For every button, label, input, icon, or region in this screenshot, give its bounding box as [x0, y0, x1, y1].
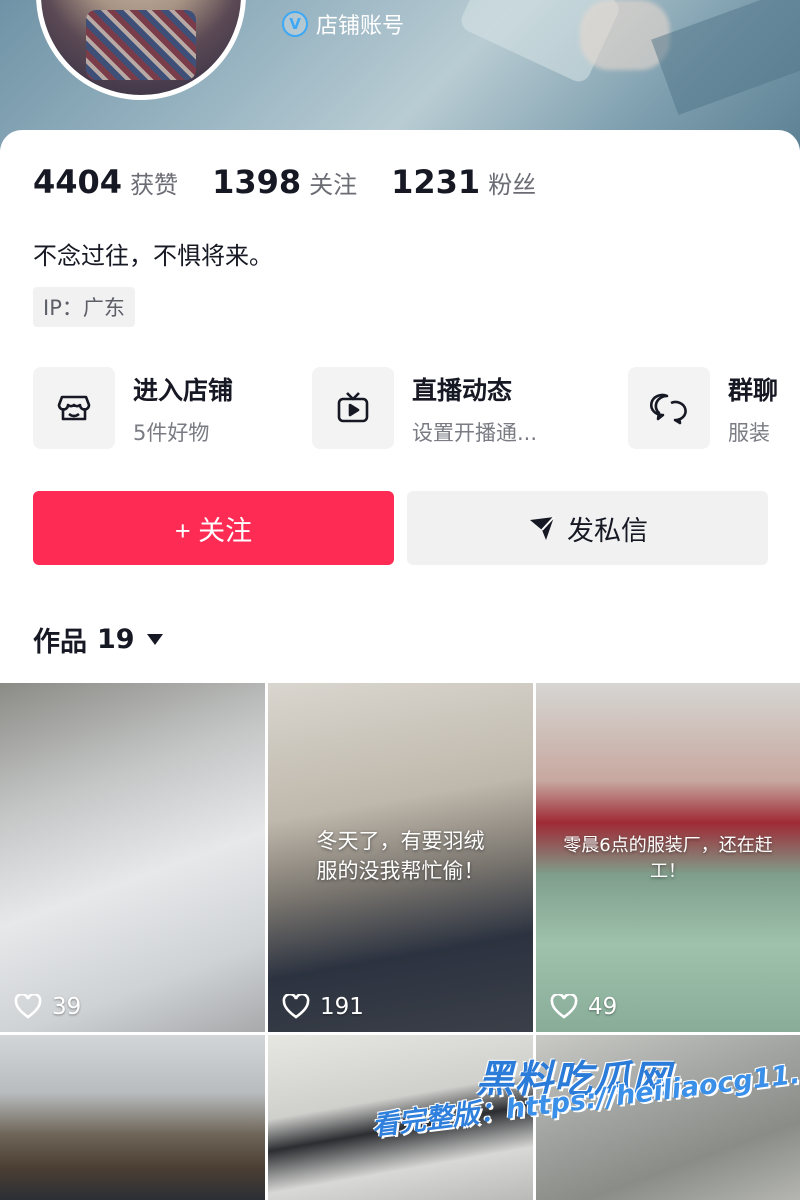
- chat-icon: [628, 367, 710, 449]
- service-subtitle: 设置开播通...: [412, 421, 538, 445]
- service-title: 直播动态: [412, 376, 513, 405]
- stat-following[interactable]: 1398 关注: [212, 163, 357, 201]
- account-type-text: 店铺账号: [316, 14, 405, 39]
- like-count: 49: [550, 994, 617, 1020]
- account-type-label: V 店铺账号: [282, 8, 404, 40]
- profile-banner: V 店铺账号: [0, 0, 800, 150]
- service-subtitle: 服装: [728, 421, 770, 445]
- stat-followers[interactable]: 1231 粉丝: [391, 163, 536, 201]
- shop-icon: [33, 367, 115, 449]
- stat-number: 1398: [212, 163, 302, 201]
- stat-label: 关注: [309, 171, 358, 199]
- like-number: 49: [588, 994, 618, 1020]
- caption-line: 工！: [650, 861, 686, 883]
- like-count: 39: [14, 994, 81, 1020]
- video-thumbnail[interactable]: 零晨6点的服装厂，还在赶 工！ 49: [536, 683, 800, 1032]
- stat-number: 1231: [391, 163, 481, 201]
- stat-label: 获赞: [130, 171, 179, 199]
- caption-line: 冬天了，有要羽绒: [316, 829, 485, 853]
- service-live[interactable]: 直播动态 设置开播通...: [312, 367, 537, 449]
- follow-button[interactable]: + 关注: [33, 491, 394, 565]
- profile-bio: 不念过往，不惧将来。: [33, 242, 273, 270]
- profile-card: 4404 获赞 1398 关注 1231 粉丝 不念过往，不惧将来。 IP：广东…: [0, 130, 800, 690]
- send-icon: [530, 516, 555, 540]
- video-thumbnail[interactable]: [0, 1035, 265, 1200]
- works-label: 作品: [33, 627, 87, 658]
- heart-icon: [14, 994, 42, 1019]
- caption-line: 服的没我帮忙偷！: [316, 859, 485, 884]
- video-thumbnail[interactable]: 冬天了，有要羽绒 服的没我帮忙偷！ 191: [268, 683, 533, 1032]
- video-caption: 零晨6点的服装厂，还在赶 工！: [536, 833, 800, 885]
- like-number: 191: [320, 994, 364, 1020]
- caption-line: 零晨6点的服装厂，还在赶: [563, 835, 773, 856]
- like-number: 39: [52, 994, 82, 1020]
- service-group-chat[interactable]: 群聊 服装: [628, 367, 778, 449]
- service-entries: 进入店铺 5件好物 直播动态 设置开播通... 群聊 服装: [33, 367, 800, 451]
- avatar[interactable]: [36, 0, 246, 100]
- video-thumbnail[interactable]: 39: [0, 683, 265, 1032]
- heart-icon: [282, 994, 310, 1019]
- message-button-label: 发私信: [567, 515, 648, 546]
- service-shop[interactable]: 进入店铺 5件好物: [33, 367, 233, 449]
- avatar-image: [86, 10, 196, 80]
- message-button[interactable]: 发私信: [407, 491, 768, 565]
- stat-likes[interactable]: 4404 获赞: [33, 163, 178, 201]
- profile-stats: 4404 获赞 1398 关注 1231 粉丝: [33, 163, 570, 201]
- tv-icon: [312, 367, 394, 449]
- verified-icon: V: [282, 11, 308, 37]
- service-title: 群聊: [728, 376, 779, 405]
- video-caption: 冬天了，有要羽绒 服的没我帮忙偷！: [268, 826, 533, 887]
- works-count: 19: [97, 624, 135, 655]
- dropdown-arrow-icon: [146, 634, 163, 645]
- service-subtitle: 5件好物: [133, 421, 210, 445]
- ip-location-tag: IP：广东: [33, 287, 135, 327]
- like-count: 191: [282, 994, 364, 1020]
- works-tab[interactable]: 作品 19: [33, 620, 163, 659]
- stat-label: 粉丝: [488, 171, 537, 199]
- stat-number: 4404: [33, 163, 123, 201]
- heart-icon: [550, 994, 578, 1019]
- service-title: 进入店铺: [133, 376, 234, 405]
- banner-decoration: [580, 0, 670, 70]
- banner-decoration: [651, 0, 800, 115]
